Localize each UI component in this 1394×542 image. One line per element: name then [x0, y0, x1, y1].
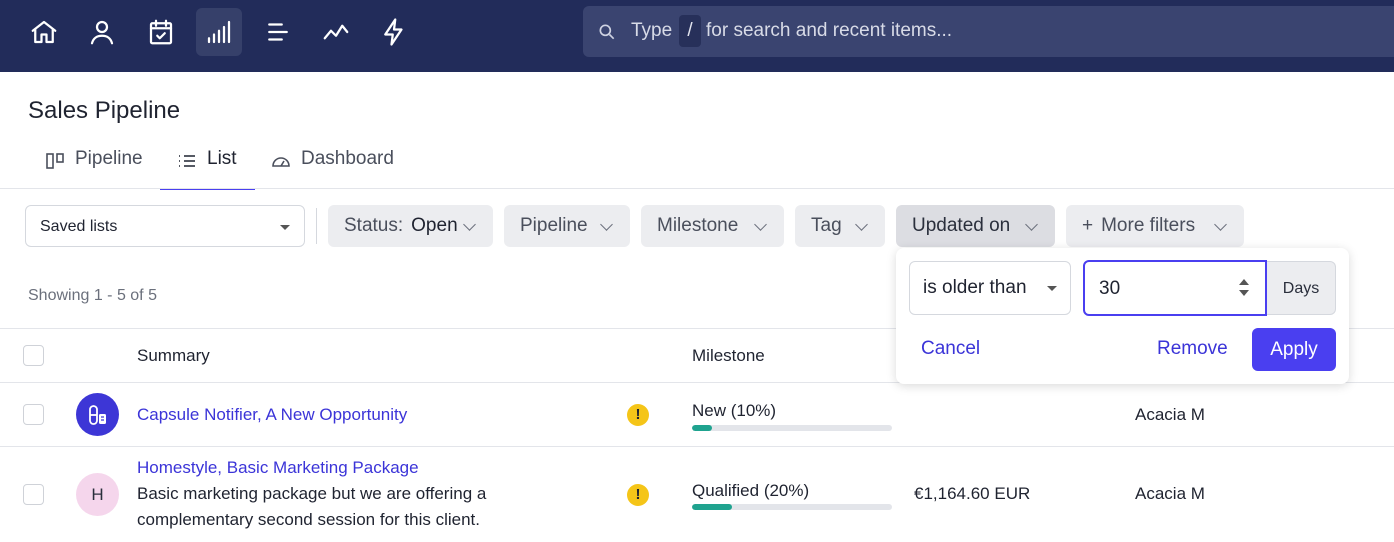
search-icon: [599, 24, 615, 40]
signal-bars-icon[interactable]: [196, 8, 242, 56]
chevron-down-icon: [1025, 218, 1038, 231]
tab-list-label: List: [207, 148, 237, 169]
chevron-down-icon: [855, 218, 868, 231]
tab-list[interactable]: List: [160, 148, 255, 190]
saved-lists-label: Saved lists: [40, 218, 118, 235]
remove-button[interactable]: Remove: [1157, 338, 1228, 360]
milestone-label: Qualified (20%): [692, 481, 810, 500]
tab-dashboard[interactable]: Dashboard: [271, 148, 411, 190]
unit-addon: Days: [1267, 261, 1336, 315]
warning-icon: !: [627, 484, 649, 506]
apply-button[interactable]: Apply: [1252, 328, 1336, 371]
page-title: Sales Pipeline: [28, 97, 181, 124]
chevron-down-icon: [1214, 218, 1227, 231]
column-header-milestone[interactable]: Milestone: [692, 346, 765, 366]
chevron-down-icon: [600, 218, 613, 231]
tab-pipeline-label: Pipeline: [75, 148, 143, 169]
gauge-icon: [272, 157, 290, 167]
milestone-filter-chip[interactable]: Milestone: [641, 205, 784, 247]
milestone-progress-bar: [692, 504, 892, 510]
chevron-down-icon: [754, 218, 767, 231]
search-shortcut-key: /: [679, 15, 701, 47]
opportunity-link[interactable]: Capsule Notifier, A New Opportunity: [137, 405, 407, 425]
filter-divider: [316, 208, 317, 244]
updated-on-filter-chip[interactable]: Updated on: [896, 205, 1055, 247]
board-icon: [46, 153, 64, 169]
select-all-checkbox[interactable]: [23, 345, 44, 366]
top-nav-bar: Type / for search and recent items...: [0, 0, 1394, 72]
search-prefix: Type: [631, 20, 673, 41]
avatar: [76, 393, 119, 436]
tag-filter-label: Tag: [811, 215, 842, 236]
tab-pipeline[interactable]: Pipeline: [45, 148, 155, 190]
row-checkbox[interactable]: [23, 404, 44, 425]
chevron-down-icon: [280, 225, 290, 230]
saved-lists-select[interactable]: Saved lists: [25, 205, 305, 247]
tab-dashboard-label: Dashboard: [301, 148, 394, 169]
tag-filter-chip[interactable]: Tag: [795, 205, 885, 247]
value-cell: €1,164.60 EUR: [914, 484, 1031, 503]
row-checkbox[interactable]: [23, 484, 44, 505]
status-filter-label: Status:: [344, 215, 404, 236]
milestone-label: New (10%): [692, 401, 777, 420]
owner-cell: Acacia M: [1135, 484, 1205, 503]
pipeline-filter-chip[interactable]: Pipeline: [504, 205, 630, 247]
list-icon: [179, 155, 195, 167]
opportunity-description: Basic marketing package but we are offer…: [137, 484, 487, 529]
owner-cell: Acacia M: [1135, 405, 1205, 424]
status-filter-chip[interactable]: Status: Open: [328, 205, 493, 247]
header-divider: [0, 188, 1394, 189]
increment-icon[interactable]: [1239, 279, 1249, 285]
column-header-summary[interactable]: Summary: [137, 346, 210, 366]
row-divider: [0, 446, 1394, 447]
status-filter-value: Open: [411, 215, 458, 236]
avatar: H: [76, 473, 119, 516]
milestone-progress-fill: [692, 504, 732, 510]
operator-value: is older than: [923, 277, 1027, 298]
pipeline-filter-label: Pipeline: [520, 215, 588, 236]
more-filters-label: More filters: [1101, 215, 1196, 236]
updated-on-filter-popover: is older than 30 Days Cancel Remove Appl…: [896, 248, 1349, 384]
user-icon[interactable]: [79, 8, 125, 56]
chevron-down-icon: [1047, 286, 1057, 291]
chevron-down-icon: [463, 218, 476, 231]
warning-icon: !: [627, 404, 649, 426]
cancel-button[interactable]: Cancel: [921, 338, 980, 360]
days-number-input[interactable]: 30: [1083, 260, 1267, 316]
milestone-progress-fill: [692, 425, 712, 431]
capsule-icon: [88, 404, 106, 425]
calendar-check-icon[interactable]: [138, 8, 184, 56]
search-input[interactable]: Type / for search and recent items...: [583, 6, 1394, 57]
milestone-filter-label: Milestone: [657, 215, 739, 236]
home-icon[interactable]: [21, 8, 67, 56]
lightning-icon[interactable]: [371, 8, 417, 56]
trend-line-icon[interactable]: [313, 8, 359, 56]
results-count: Showing 1 - 5 of 5: [28, 287, 157, 304]
opportunity-link[interactable]: Homestyle, Basic Marketing Package: [137, 458, 419, 478]
more-filters-button[interactable]: + More filters: [1066, 205, 1244, 247]
list-align-icon[interactable]: [255, 8, 301, 56]
decrement-icon[interactable]: [1239, 290, 1249, 296]
days-value: 30: [1099, 278, 1121, 299]
updated-on-filter-label: Updated on: [912, 215, 1011, 236]
milestone-progress-bar: [692, 425, 892, 431]
plus-icon: +: [1082, 215, 1094, 236]
operator-select[interactable]: is older than: [909, 261, 1071, 315]
search-placeholder: for search and recent items...: [706, 20, 953, 41]
